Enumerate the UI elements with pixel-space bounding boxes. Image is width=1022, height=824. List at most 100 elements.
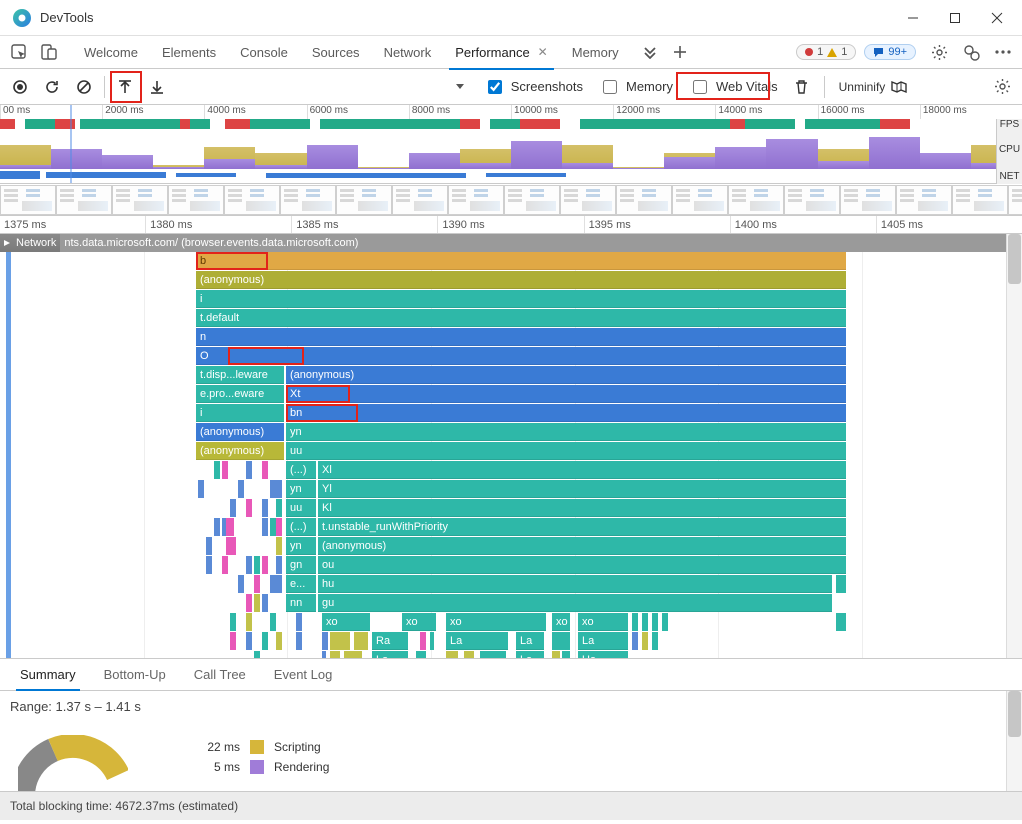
minimize-button[interactable] [892,2,934,34]
tab-bottomup[interactable]: Bottom-Up [90,659,180,690]
frame-bar[interactable]: La [578,632,628,650]
screenshot-frame[interactable] [448,185,504,215]
screenshot-frame[interactable] [112,185,168,215]
screenshot-frame[interactable] [896,185,952,215]
frame-bar[interactable]: Kl [318,499,846,517]
tab-eventlog[interactable]: Event Log [260,659,347,690]
frame-bar[interactable]: La [372,651,408,659]
save-profile-button[interactable] [143,73,171,101]
frame-bar[interactable]: nn [286,594,316,612]
screenshot-frame[interactable] [560,185,616,215]
feedback-icon[interactable] [956,37,986,67]
frame-bar[interactable]: xo [402,613,436,631]
frame-bar[interactable]: n [196,328,846,346]
maximize-button[interactable] [934,2,976,34]
screenshot-frame[interactable] [784,185,840,215]
load-profile-button[interactable] [111,73,139,101]
close-tab-icon[interactable]: ✕ [538,45,548,59]
overflow-icon[interactable] [988,37,1018,67]
frame-bar[interactable]: i [196,404,284,422]
frame-bar[interactable]: La [446,632,508,650]
screenshot-frame[interactable] [392,185,448,215]
frame-bar[interactable]: (...) [286,461,316,479]
frame-bar[interactable]: b [196,252,846,270]
frame-bar[interactable]: (anonymous) [286,366,846,384]
frame-bar[interactable]: O [196,347,846,365]
capture-settings-icon[interactable] [988,73,1016,101]
frame-bar[interactable]: xo [446,613,546,631]
record-button[interactable] [6,73,34,101]
flame-scrollbar[interactable] [1006,234,1022,658]
device-toggle-icon[interactable] [34,37,64,67]
screenshot-filmstrip[interactable] [0,184,1022,216]
frame-bar[interactable]: xo [552,613,570,631]
tab-console[interactable]: Console [228,36,300,69]
frame-bar[interactable]: (anonymous) [196,271,846,289]
frame-bar[interactable]: Xl [318,461,846,479]
screenshot-frame[interactable] [728,185,784,215]
settings-icon[interactable] [924,37,954,67]
profile-dropdown-icon[interactable] [446,73,474,101]
frame-bar[interactable]: yn [286,537,316,555]
screenshot-frame[interactable] [952,185,1008,215]
frame-bar[interactable]: ou [318,556,846,574]
screenshot-frame[interactable] [1008,185,1022,215]
tab-memory[interactable]: Memory [560,36,631,69]
screenshot-frame[interactable] [224,185,280,215]
issues-counter[interactable]: 1 1 [796,44,856,60]
reload-record-button[interactable] [38,73,66,101]
info-counter[interactable]: 99+ [864,44,916,60]
frame-bar[interactable]: (anonymous) [196,423,284,441]
screenshots-checkbox[interactable]: Screenshots [484,77,583,97]
memory-checkbox[interactable]: Memory [599,77,673,97]
tab-performance[interactable]: Performance✕ [443,36,559,69]
screenshot-frame[interactable] [672,185,728,215]
webvitals-checkbox[interactable]: Web Vitals [689,77,778,97]
frame-bar[interactable]: (anonymous) [196,442,284,460]
frame-bar[interactable]: gn [286,556,316,574]
inspect-icon[interactable] [4,37,34,67]
frame-bar[interactable]: t.unstable_runWithPriority [318,518,846,536]
new-tab-icon[interactable] [665,37,695,67]
tab-calltree[interactable]: Call Tree [180,659,260,690]
close-button[interactable] [976,2,1018,34]
expand-icon[interactable] [2,238,12,248]
frame-bar[interactable]: i [196,290,846,308]
frame-bar[interactable]: Yl [318,480,846,498]
frame-bar[interactable]: Ua [578,651,628,659]
tab-elements[interactable]: Elements [150,36,228,69]
tab-welcome[interactable]: Welcome [72,36,150,69]
frame-bar[interactable]: xo [322,613,370,631]
screenshot-frame[interactable] [840,185,896,215]
clear-button[interactable] [70,73,98,101]
network-track-header[interactable]: Network nts.data.microsoft.com/ (browser… [0,234,1022,252]
frame-bar[interactable]: yn [286,423,846,441]
screenshot-frame[interactable] [56,185,112,215]
summary-scrollbar[interactable] [1006,691,1022,791]
frame-bar[interactable]: yn [286,480,316,498]
unminify-button[interactable]: Unminify [833,80,914,94]
flame-ruler[interactable]: 1375 ms1380 ms1385 ms1390 ms1395 ms1400 … [0,216,1022,234]
frame-bar[interactable]: (...) [286,518,316,536]
overview-timeline[interactable]: 00 ms2000 ms4000 ms6000 ms8000 ms10000 m… [0,105,1022,184]
more-tabs-icon[interactable] [635,37,665,67]
frame-bar[interactable]: hu [318,575,832,593]
frame-bar[interactable]: t.default [196,309,846,327]
screenshot-frame[interactable] [616,185,672,215]
frame-bar[interactable]: xo [578,613,628,631]
tab-sources[interactable]: Sources [300,36,372,69]
screenshot-frame[interactable] [504,185,560,215]
frame-bar[interactable]: Xt [286,385,846,403]
screenshot-frame[interactable] [280,185,336,215]
frame-bar[interactable]: gu [318,594,832,612]
frame-bar[interactable]: La [516,651,544,659]
garbage-collect-button[interactable] [788,73,816,101]
screenshot-frame[interactable] [0,185,56,215]
tab-summary[interactable]: Summary [6,659,90,690]
frame-bar[interactable]: (anonymous) [318,537,846,555]
frame-bar[interactable]: Ra [372,632,408,650]
tab-network[interactable]: Network [372,36,444,69]
screenshot-frame[interactable] [168,185,224,215]
frame-bar[interactable]: La [516,632,544,650]
frame-bar[interactable]: uu [286,442,846,460]
